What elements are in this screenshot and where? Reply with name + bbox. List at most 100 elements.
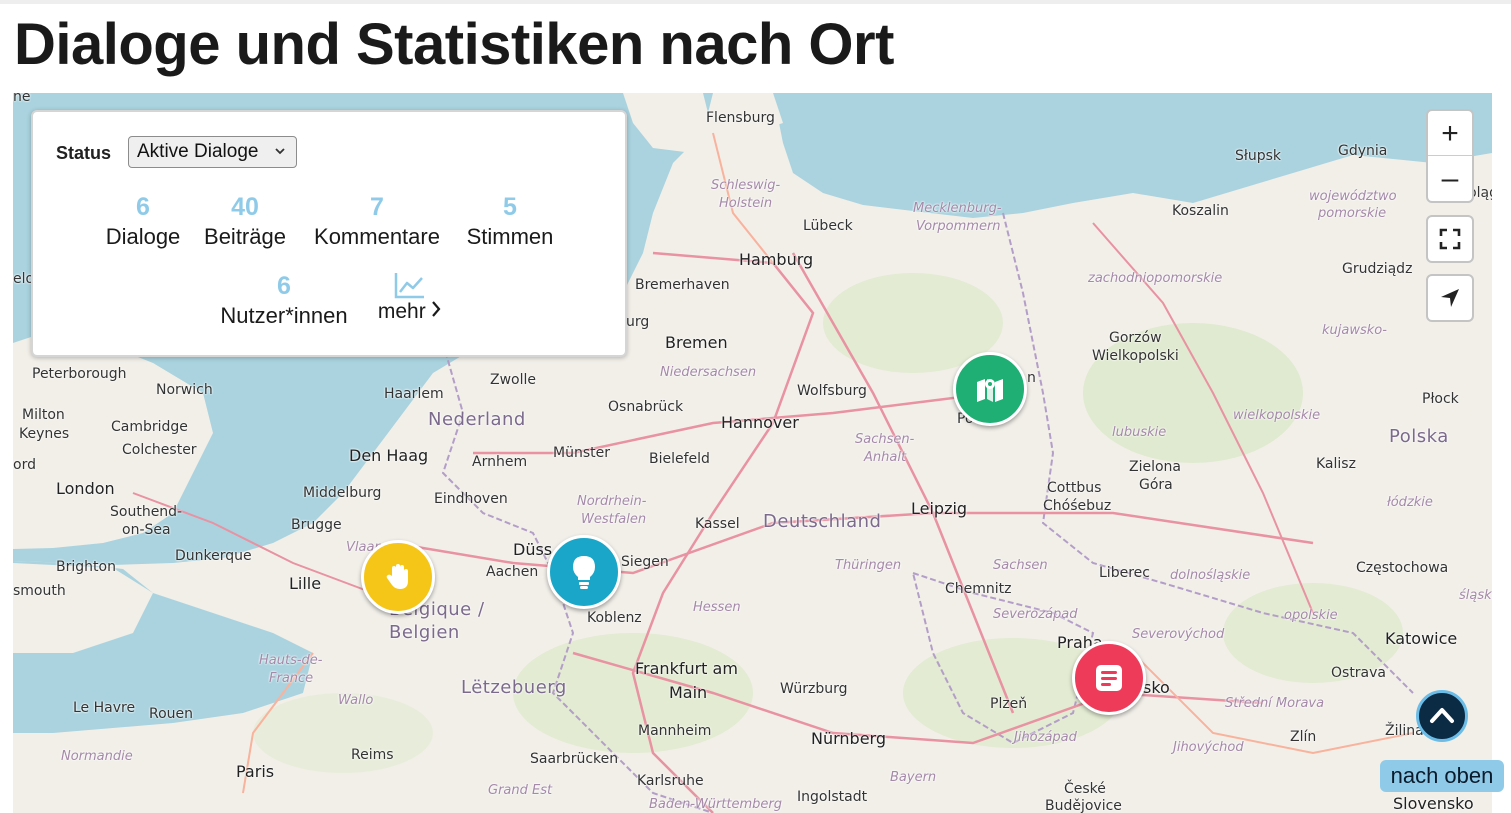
map-label-country: Belgien bbox=[389, 622, 460, 643]
map-label-region: Severozápad bbox=[993, 607, 1078, 622]
map-label-city: Karlsruhe bbox=[637, 773, 704, 789]
marker-map[interactable] bbox=[953, 352, 1027, 426]
map-label-city: Kalisz bbox=[1316, 456, 1356, 472]
marker-text[interactable] bbox=[1072, 641, 1146, 715]
map-label-city: ord bbox=[13, 457, 36, 473]
stat-comments-value: 7 bbox=[370, 193, 384, 221]
map-label-city: Middelburg bbox=[303, 485, 382, 501]
map-label-city: Münster bbox=[553, 445, 610, 461]
map-label-region: Normandie bbox=[61, 749, 133, 764]
map-label-city: Zwolle bbox=[490, 372, 536, 388]
map-label-region: kujawsko- bbox=[1322, 323, 1387, 338]
map-label-region: France bbox=[269, 671, 314, 686]
map-label-city: Milton bbox=[22, 407, 65, 423]
map-label-city: on-Sea bbox=[122, 522, 171, 538]
map-label-region: Hessen bbox=[693, 600, 741, 615]
map-label-region: śląskie bbox=[1459, 588, 1492, 603]
map[interactable]: Flensburg Lübeck Hamburg Bremerhaven Bre… bbox=[13, 93, 1492, 813]
map-label-city: smouth bbox=[13, 583, 66, 599]
map-label-city: Koblenz bbox=[587, 610, 642, 626]
page-title: Dialoge und Statistiken nach Ort bbox=[14, 12, 894, 77]
map-label-city: Brugge bbox=[291, 517, 342, 533]
map-label-city: Osnabrück bbox=[608, 399, 684, 415]
stat-contributions-label: Beiträge bbox=[204, 224, 286, 249]
map-label-city: Koszalin bbox=[1172, 203, 1229, 219]
map-label-city: Colchester bbox=[122, 442, 197, 458]
map-label-city: Lille bbox=[289, 574, 322, 593]
more-stats-label: mehr bbox=[377, 300, 426, 323]
locate-button[interactable] bbox=[1426, 274, 1474, 322]
map-label-city: Hannover bbox=[721, 413, 799, 432]
map-label-city: Ingolstadt bbox=[797, 789, 868, 805]
lightbulb-icon bbox=[573, 556, 595, 589]
map-label-city: Siegen bbox=[621, 554, 669, 570]
map-label-region: zachodniopomorskie bbox=[1088, 271, 1223, 286]
map-label-region: Grand Est bbox=[488, 783, 553, 798]
map-label-city: Mannheim bbox=[638, 723, 712, 739]
stat-dialogs-value: 6 bbox=[136, 193, 150, 221]
marker-participation[interactable] bbox=[361, 540, 435, 614]
map-label-city: urg bbox=[626, 314, 650, 330]
stat-contributions-value: 40 bbox=[231, 193, 259, 221]
map-label-city: Plzeň bbox=[990, 696, 1028, 712]
back-to-top-button[interactable] bbox=[1416, 690, 1468, 742]
map-label-city: Den Haag bbox=[349, 446, 429, 465]
map-label-city: Cambridge bbox=[111, 419, 188, 435]
map-label-city: n bbox=[1027, 370, 1036, 386]
map-label-city: Katowice bbox=[1385, 629, 1458, 648]
map-label-city: London bbox=[56, 479, 115, 498]
stats-panel: Status Aktive Dialoge 6 Dialoge 40 Beitr… bbox=[31, 110, 627, 357]
map-label-country: Polska bbox=[1389, 426, 1449, 447]
map-label-city: Wolfsburg bbox=[797, 383, 867, 399]
map-label-city: Chóśebuz bbox=[1043, 498, 1112, 514]
map-label-city: Düss bbox=[513, 540, 553, 559]
map-label-region: Bayern bbox=[890, 770, 937, 785]
map-label-region: Vorpommern bbox=[916, 219, 1001, 234]
map-label-city: Haarlem bbox=[384, 386, 444, 402]
map-label-city: Wielkopolski bbox=[1092, 348, 1179, 364]
map-label-city: Würzburg bbox=[780, 681, 848, 697]
map-label-region: Mecklenburg- bbox=[913, 201, 1002, 216]
more-stats-link[interactable]: mehr bbox=[370, 270, 450, 324]
location-arrow-icon bbox=[1441, 289, 1459, 307]
map-label-region: Schleswig- bbox=[711, 178, 781, 193]
map-label-city: Rouen bbox=[149, 706, 194, 722]
back-to-top-label[interactable]: nach oben bbox=[1380, 760, 1504, 792]
stat-dialogs: 6 Dialoge bbox=[93, 192, 193, 252]
map-label-city: sko bbox=[1143, 678, 1170, 697]
fullscreen-icon bbox=[1439, 228, 1461, 250]
map-label-city: Ostrava bbox=[1331, 665, 1387, 681]
map-label-region: Baden-Württemberg bbox=[649, 797, 782, 812]
map-label-region: Wallo bbox=[338, 693, 374, 708]
map-label-city: Liberec bbox=[1099, 565, 1150, 581]
map-label-region: Niedersachsen bbox=[660, 365, 757, 380]
marker-idea[interactable] bbox=[547, 535, 621, 609]
map-label-region: Sachsen bbox=[993, 558, 1048, 573]
stat-votes-value: 5 bbox=[503, 193, 517, 221]
map-label-city: Eindhoven bbox=[434, 491, 508, 507]
map-label-city: Nürnberg bbox=[811, 729, 886, 748]
map-label-city: Reims bbox=[351, 747, 394, 763]
map-label-region: Holstein bbox=[719, 196, 773, 211]
map-label-region: Sachsen- bbox=[855, 432, 915, 447]
map-label-city: Dunkerque bbox=[175, 548, 252, 564]
stat-votes: 5 Stimmen bbox=[458, 192, 562, 252]
map-label-city: Slovensko bbox=[1393, 794, 1474, 813]
map-label-city: Hamburg bbox=[739, 250, 814, 269]
map-label-city: Gdynia bbox=[1338, 143, 1388, 159]
map-label-city: Bremen bbox=[665, 333, 728, 352]
status-select[interactable]: Aktive Dialoge bbox=[128, 136, 297, 168]
map-label-city: Cottbus bbox=[1047, 480, 1102, 496]
map-label-city: Zielona bbox=[1129, 459, 1182, 475]
zoom-out-button[interactable]: – bbox=[1428, 156, 1472, 201]
map-label-city: Aachen bbox=[486, 564, 539, 580]
map-label-city: Leipzig bbox=[911, 499, 968, 518]
map-label-city: Le Havre bbox=[73, 700, 136, 716]
map-label-region: łódzkie bbox=[1387, 495, 1433, 510]
fullscreen-button[interactable] bbox=[1426, 215, 1474, 263]
map-label-region: pomorskie bbox=[1318, 206, 1387, 221]
status-select-value: Aktive Dialoge bbox=[137, 141, 259, 162]
map-label-region: Nordrhein- bbox=[577, 494, 647, 509]
zoom-in-button[interactable]: + bbox=[1428, 111, 1472, 156]
map-label-region: Thüringen bbox=[835, 558, 902, 573]
